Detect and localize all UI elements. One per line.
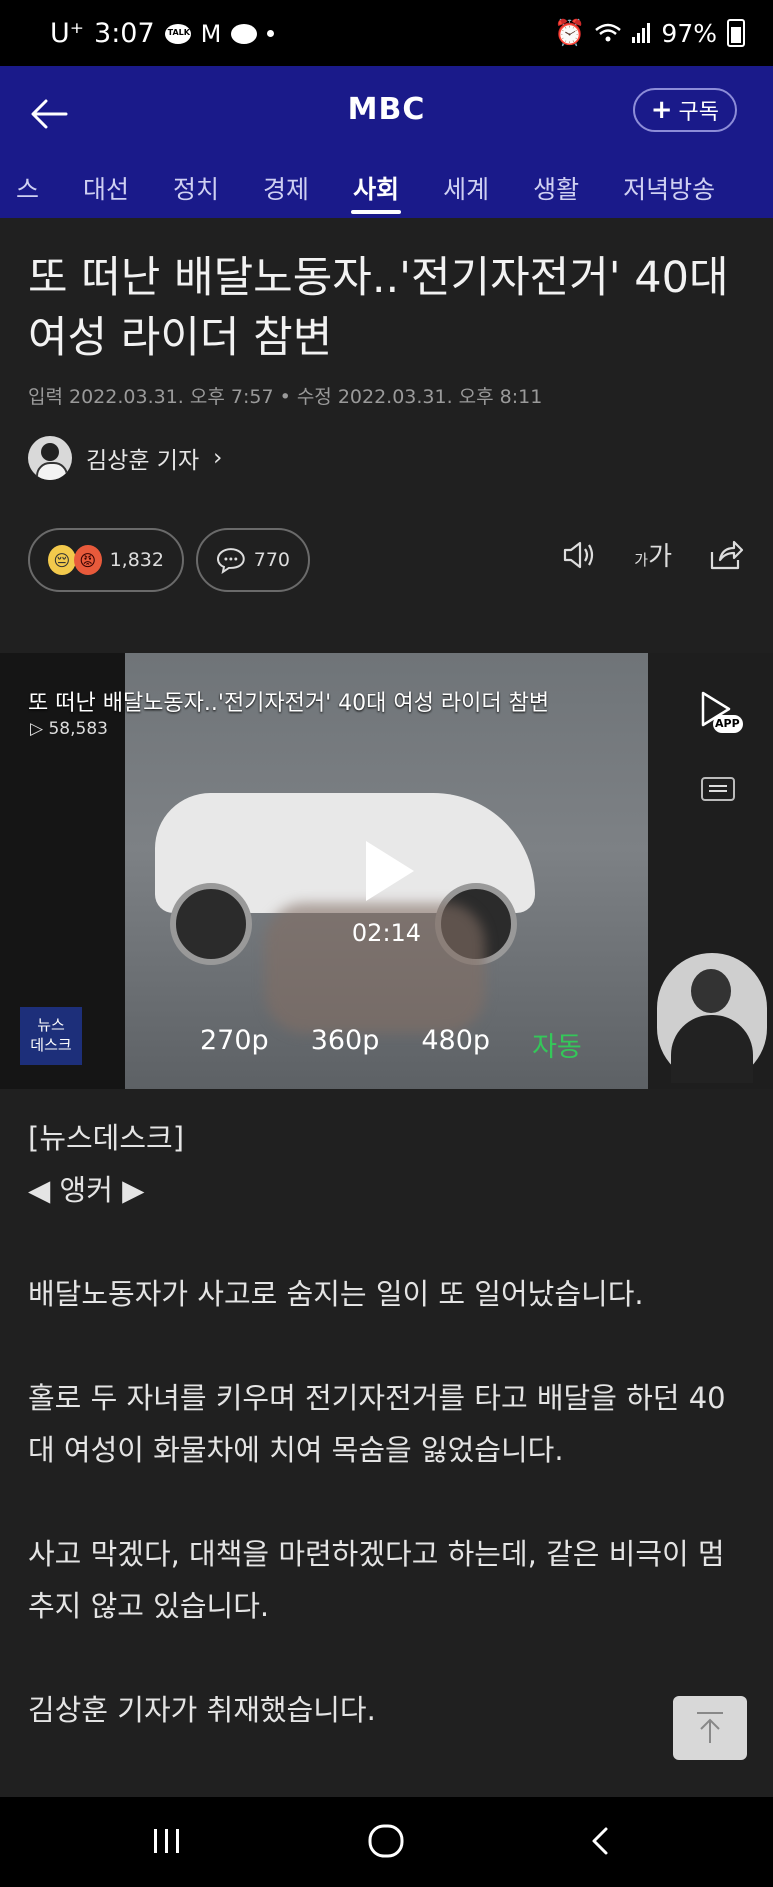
- font-size-button[interactable]: 가가: [634, 536, 672, 573]
- arrow-up-to-top-icon: [697, 1712, 723, 1743]
- article-headline: 또 떠난 배달노동자..'전기자전거' 40대 여성 라이더 참변: [28, 253, 729, 363]
- system-nav-bar: [0, 1797, 773, 1887]
- video-menu-icon[interactable]: [701, 777, 735, 801]
- font-size-large-label: 가: [648, 542, 672, 572]
- quality-options: 270p 360p 480p 자동: [200, 1025, 582, 1064]
- status-bar: U⁺ 3:07 TALK M ⏰ 97%: [0, 0, 773, 66]
- font-size-small-label: 가: [634, 551, 649, 569]
- battery-icon: [727, 19, 745, 47]
- reactions-count: 1,832: [109, 549, 164, 571]
- subscribe-label: 구독: [678, 100, 719, 125]
- wifi-icon: [595, 23, 622, 42]
- sad-emoji-icon: 😔: [48, 545, 76, 575]
- video-player[interactable]: 뉴스 데스크 또 떠난 배달노동자..'전기자전거' 40대 여성 라이더 참변…: [0, 653, 773, 1089]
- plus-icon: +: [650, 95, 673, 125]
- tab-world[interactable]: 세계: [421, 170, 511, 218]
- speaker-icon[interactable]: [562, 539, 598, 571]
- tab-life[interactable]: 생활: [511, 170, 601, 218]
- quality-270p[interactable]: 270p: [200, 1025, 269, 1064]
- app-label: APP: [715, 717, 740, 730]
- article-body: [뉴스데스크] ◀ 앵커 ▶ 배달노동자가 사고로 숨지는 일이 또 일어났습니…: [28, 1112, 748, 1736]
- comments-button[interactable]: 770: [196, 528, 310, 592]
- angry-emoji-icon: 😡: [73, 545, 102, 575]
- article-dates: 입력 2022.03.31. 오후 7:57 • 수정 2022.03.31. …: [28, 386, 543, 408]
- scroll-to-top-button[interactable]: [673, 1696, 747, 1760]
- video-views-count: 58,583: [48, 719, 108, 739]
- back-icon[interactable]: [586, 1823, 616, 1859]
- body-paragraph: 김상훈 기자가 취재했습니다.: [28, 1693, 376, 1727]
- tab-politics[interactable]: 정치: [151, 170, 241, 218]
- share-icon[interactable]: [708, 538, 744, 572]
- source-label: [뉴스데스크]: [28, 1121, 185, 1155]
- quality-360p[interactable]: 360p: [311, 1025, 380, 1064]
- comment-icon: [216, 548, 245, 574]
- tab-evening-broadcast[interactable]: 저녁방송: [601, 170, 737, 218]
- kakaotalk-icon: TALK: [164, 23, 191, 44]
- talk-badge: TALK: [167, 27, 190, 37]
- author-avatar: [28, 436, 72, 480]
- anchor-label: ◀ 앵커 ▶: [28, 1173, 145, 1207]
- article-actions: 😔 😡 1,832 770 가가: [28, 528, 748, 594]
- app-header: MBC + 구독 스 대선 정치 경제 사회 세계 생활 저녁방송: [0, 66, 773, 218]
- carrier-label: U⁺: [50, 18, 85, 49]
- subscribe-button[interactable]: + 구독: [632, 88, 737, 132]
- open-in-app-button[interactable]: APP: [695, 687, 745, 737]
- sign-language-interpreter: [657, 953, 767, 1083]
- author-name: 김상훈 기자: [86, 448, 200, 474]
- chevron-right-icon: ›: [213, 445, 223, 471]
- body-paragraph: 홀로 두 자녀를 키우며 전기자전거를 타고 배달을 하던 40대 여성이 화물…: [28, 1381, 726, 1467]
- clock: 3:07: [94, 18, 155, 49]
- quality-480p[interactable]: 480p: [421, 1025, 490, 1064]
- chat-icon: [231, 23, 258, 44]
- tab-election[interactable]: 대선: [61, 170, 151, 218]
- more-notifications-icon: [267, 30, 275, 37]
- video-views: ▷ 58,583: [30, 719, 108, 739]
- body-paragraph: 사고 막겠다, 대책을 마련하겠다고 하는데, 같은 비극이 멈추지 않고 있습…: [28, 1537, 725, 1623]
- home-icon[interactable]: [366, 1823, 406, 1859]
- quality-auto[interactable]: 자동: [532, 1025, 582, 1064]
- gmail-icon: M: [200, 19, 222, 48]
- video-title: 또 떠난 배달노동자..'전기자전거' 40대 여성 라이더 참변: [28, 691, 550, 716]
- reactions-button[interactable]: 😔 😡 1,832: [28, 528, 184, 592]
- battery-percent: 97%: [661, 18, 717, 48]
- play-icon[interactable]: [366, 841, 414, 901]
- tab-society[interactable]: 사회: [331, 170, 421, 218]
- signal-icon: [632, 23, 651, 43]
- category-tabs: 스 대선 정치 경제 사회 세계 생활 저녁방송: [0, 170, 737, 218]
- comments-count: 770: [253, 549, 290, 571]
- newsdesk-logo: 뉴스 데스크: [20, 1007, 82, 1065]
- body-paragraph: 배달노동자가 사고로 숨지는 일이 또 일어났습니다.: [28, 1277, 644, 1311]
- tab-partial[interactable]: 스: [0, 170, 61, 218]
- author-link[interactable]: 김상훈 기자 ›: [28, 436, 222, 480]
- recent-apps-icon[interactable]: [150, 1823, 184, 1859]
- tab-economy[interactable]: 경제: [241, 170, 331, 218]
- alarm-icon: ⏰: [554, 18, 586, 47]
- video-duration: 02:14: [351, 919, 422, 947]
